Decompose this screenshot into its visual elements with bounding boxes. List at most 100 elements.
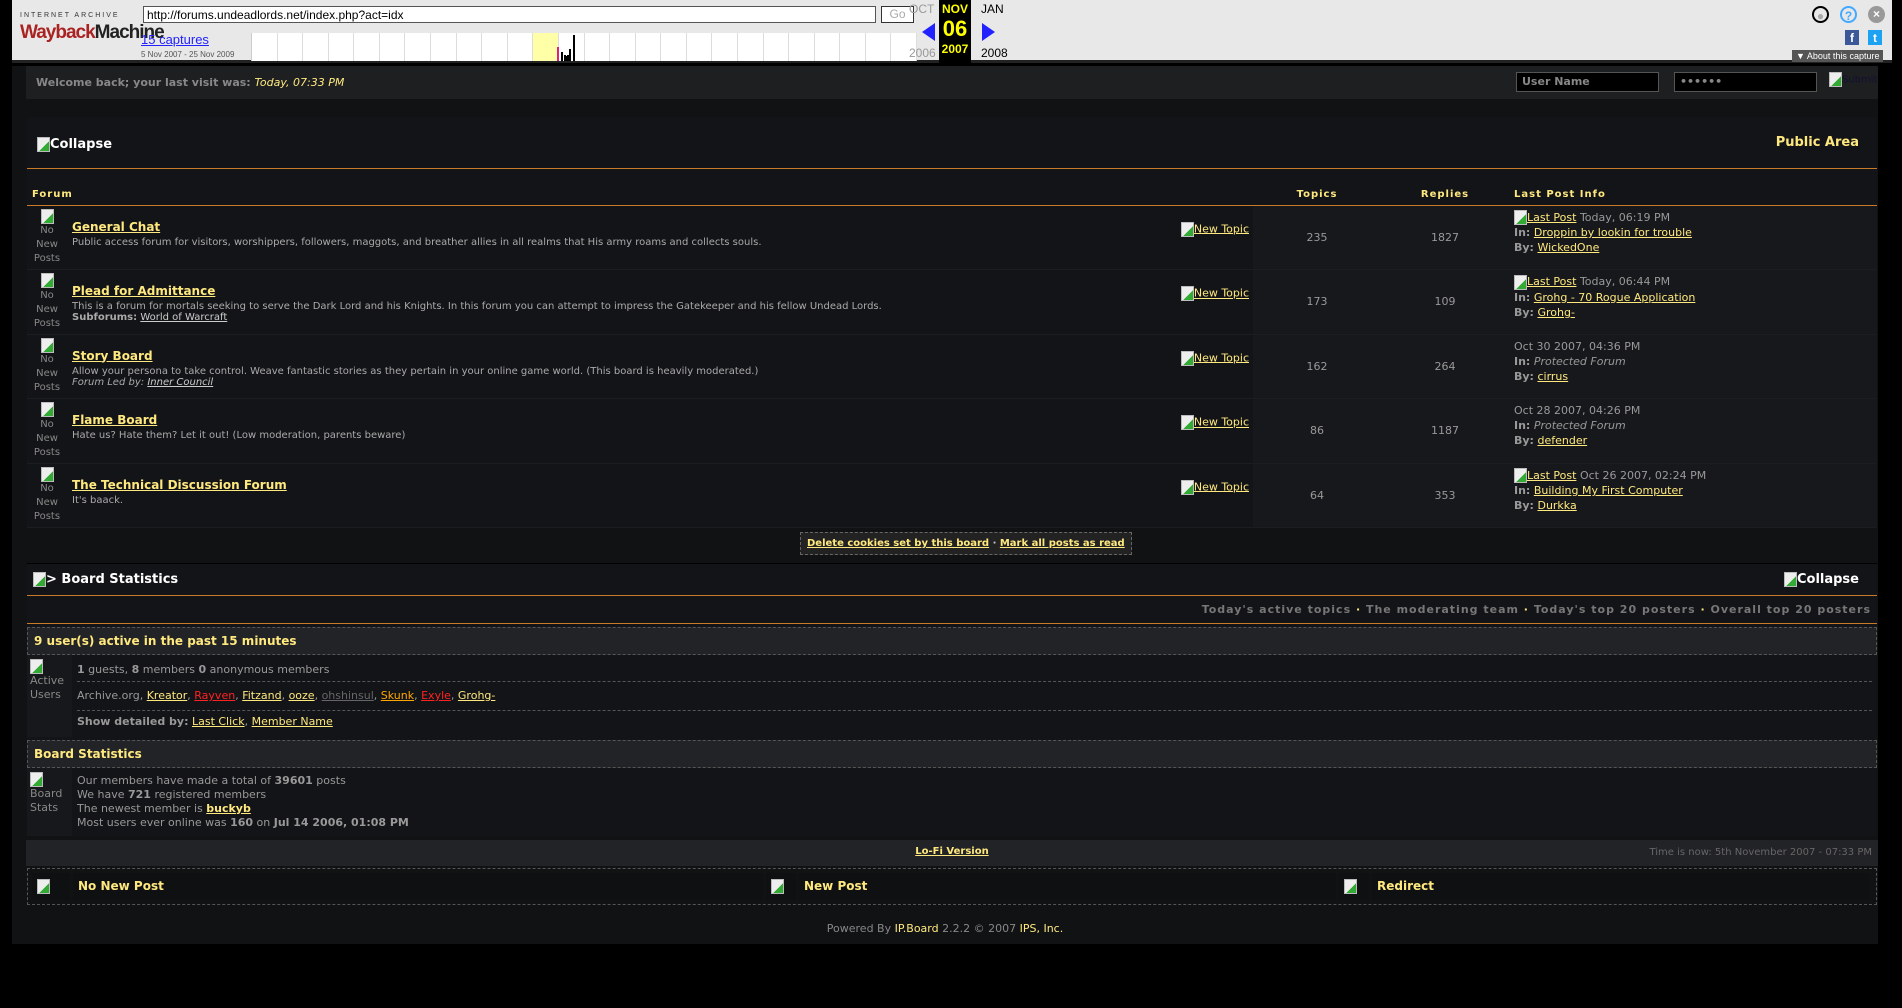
forum-link[interactable]: Flame Board <box>72 413 1248 427</box>
active-user-link[interactable]: Rayven <box>194 689 235 702</box>
last-post-link[interactable]: Last Post <box>1527 469 1576 482</box>
new-topic-button[interactable]: New Topic <box>1180 415 1249 430</box>
stats-link[interactable]: The moderating team <box>1366 603 1519 616</box>
active-user-link[interactable]: Skunk <box>381 689 414 702</box>
ipboard-link[interactable]: IP.Board <box>895 922 939 935</box>
stats-link[interactable]: Today's active topics <box>1202 603 1351 616</box>
next-month[interactable]: JAN <box>981 2 1004 16</box>
forum-link[interactable]: General Chat <box>72 220 1248 234</box>
forum-page: Welcome back; your last visit was: Today… <box>12 66 1878 944</box>
active-user: Archive.org <box>77 689 140 702</box>
url-input[interactable]: http://forums.undeadlords.net/index.php?… <box>143 6 876 23</box>
forum-link[interactable]: Plead for Admittance <box>72 284 1248 298</box>
last-post-info: Last Post Today, 06:19 PM In: Droppin by … <box>1509 205 1877 270</box>
last-post-info: Last Post Today, 06:44 PM In: Grohg - 70 … <box>1509 269 1877 335</box>
subforum-link[interactable]: World of Warcraft <box>140 312 227 323</box>
legend-new: New Post <box>799 873 1336 900</box>
lofi-link[interactable]: Lo-Fi Version <box>915 846 988 857</box>
delete-cookies-link[interactable]: Delete cookies set by this board <box>807 538 989 549</box>
forum-status-icon: No New Posts <box>27 205 67 270</box>
last-post-topic[interactable]: Building My First Computer <box>1534 484 1683 497</box>
replies-count: 109 <box>1381 269 1509 335</box>
forum-description: Public access forum for visitors, worshi… <box>72 236 762 248</box>
col-replies: Replies <box>1381 169 1509 206</box>
collapse-button[interactable]: Collapse <box>37 137 112 152</box>
last-poster-link[interactable]: cirrus <box>1537 370 1568 383</box>
category-title: Public Area <box>1775 135 1859 150</box>
forum-row: No New Posts The Technical Discussion Fo… <box>27 463 1877 528</box>
new-topic-button[interactable]: New Topic <box>1180 350 1249 366</box>
category-header: Collapse Public Area <box>27 117 1877 169</box>
new-topic-button[interactable]: New Topic <box>1180 221 1249 237</box>
forum-table: Forum Topics Replies Last Post Info No N… <box>27 169 1877 528</box>
facebook-icon[interactable]: f <box>1845 30 1859 45</box>
sort-last-click[interactable]: Last Click <box>192 715 245 728</box>
last-post-topic[interactable]: Grohg - 70 Rogue Application <box>1534 291 1696 304</box>
ips-link[interactable]: IPS, Inc. <box>1020 922 1064 935</box>
stats-link[interactable]: Overall top 20 posters <box>1710 603 1871 616</box>
last-poster-link[interactable]: WickedOne <box>1537 241 1599 254</box>
last-post-info: Oct 30 2007, 04:36 PM In: Protected Forum… <box>1509 334 1877 399</box>
close-icon[interactable]: × <box>1868 6 1885 23</box>
forum-link[interactable]: The Technical Discussion Forum <box>72 478 1248 492</box>
forum-description: Hate us? Hate them? Let it out! (Low mod… <box>72 430 406 441</box>
powered-by: Powered By IP.Board 2.2.2 © 2007 IPS, In… <box>826 922 1064 935</box>
current-date: NOV 06 2007 <box>939 0 971 63</box>
topics-count: 235 <box>1253 205 1381 270</box>
submit-button[interactable]: Submit <box>1829 72 1877 87</box>
active-user-list: Archive.org, Kreator, Rayven, Fitzand, o… <box>77 682 1872 711</box>
wayback-logo-top: INTERNET ARCHIVE <box>20 12 120 19</box>
stats-collapse-button[interactable]: Collapse <box>1783 572 1859 587</box>
active-user-link[interactable]: Exyle <box>421 689 451 702</box>
password-input[interactable]: •••••• <box>1674 72 1817 92</box>
legend-no-new: No New Post <box>73 873 763 900</box>
active-user-link[interactable]: ooze <box>289 689 315 702</box>
stats-link[interactable]: Today's top 20 posters <box>1534 603 1696 616</box>
last-post-topic[interactable]: Droppin by lookin for trouble <box>1534 226 1692 239</box>
last-poster-link[interactable]: Durkka <box>1537 499 1576 512</box>
active-users-icon: Active Users <box>27 655 72 737</box>
mark-read-link[interactable]: Mark all posts as read <box>1000 538 1125 549</box>
new-topic-button[interactable]: New Topic <box>1180 479 1249 495</box>
moderator-link[interactable]: Inner Council <box>147 377 213 388</box>
prev-month[interactable]: OCT <box>909 2 934 16</box>
last-poster-link[interactable]: defender <box>1537 434 1587 447</box>
sort-member-name[interactable]: Member Name <box>252 715 333 728</box>
help-icon[interactable]: ? <box>1840 6 1857 23</box>
last-post-link[interactable]: Last Post <box>1527 275 1576 288</box>
forum-link[interactable]: Story Board <box>72 349 1248 363</box>
forum-description: Allow your persona to take control. Weav… <box>72 365 759 377</box>
active-user-link[interactable]: Kreator <box>147 689 188 702</box>
next-year: 2008 <box>981 46 1008 60</box>
col-lastpost: Last Post Info <box>1509 169 1877 206</box>
active-user-link[interactable]: ohshinsul <box>322 689 374 702</box>
about-capture-button[interactable]: ▼ About this capture <box>1792 50 1884 62</box>
forum-description: It's baack. <box>72 494 124 506</box>
legend-redirect: Redirect <box>1372 873 1869 900</box>
newest-member-link[interactable]: buckyb <box>206 802 251 815</box>
cur-year: 2007 <box>941 42 969 56</box>
footer-bar: Lo-Fi Version Time is now: 5th November … <box>26 840 1878 866</box>
capture-sparkline[interactable] <box>251 33 918 61</box>
captures-link[interactable]: 15 captures <box>141 32 209 47</box>
forum-status-icon: No New Posts <box>27 269 67 335</box>
logo-a: Wayback <box>20 22 96 43</box>
last-visit: Today, 07:33 PM <box>254 76 345 89</box>
twitter-icon[interactable]: t <box>1868 30 1882 45</box>
user-icon[interactable]: ● <box>1812 6 1829 23</box>
active-user-link[interactable]: Grohg- <box>458 689 495 702</box>
last-poster-link[interactable]: Grohg- <box>1537 306 1574 319</box>
topics-count: 64 <box>1253 463 1381 528</box>
prev-capture-icon[interactable] <box>922 23 935 41</box>
topics-count: 162 <box>1253 334 1381 399</box>
next-capture-icon[interactable] <box>982 23 995 41</box>
replies-count: 1827 <box>1381 205 1509 270</box>
topics-count: 86 <box>1253 398 1381 464</box>
prev-year: 2006 <box>909 46 936 60</box>
active-user-link[interactable]: Fitzand <box>242 689 281 702</box>
topics-count: 173 <box>1253 269 1381 335</box>
username-input[interactable]: User Name <box>1516 72 1659 92</box>
new-topic-button[interactable]: New Topic <box>1180 286 1249 301</box>
board-stats-icon: Board Stats <box>27 768 72 836</box>
last-post-link[interactable]: Last Post <box>1527 211 1576 224</box>
